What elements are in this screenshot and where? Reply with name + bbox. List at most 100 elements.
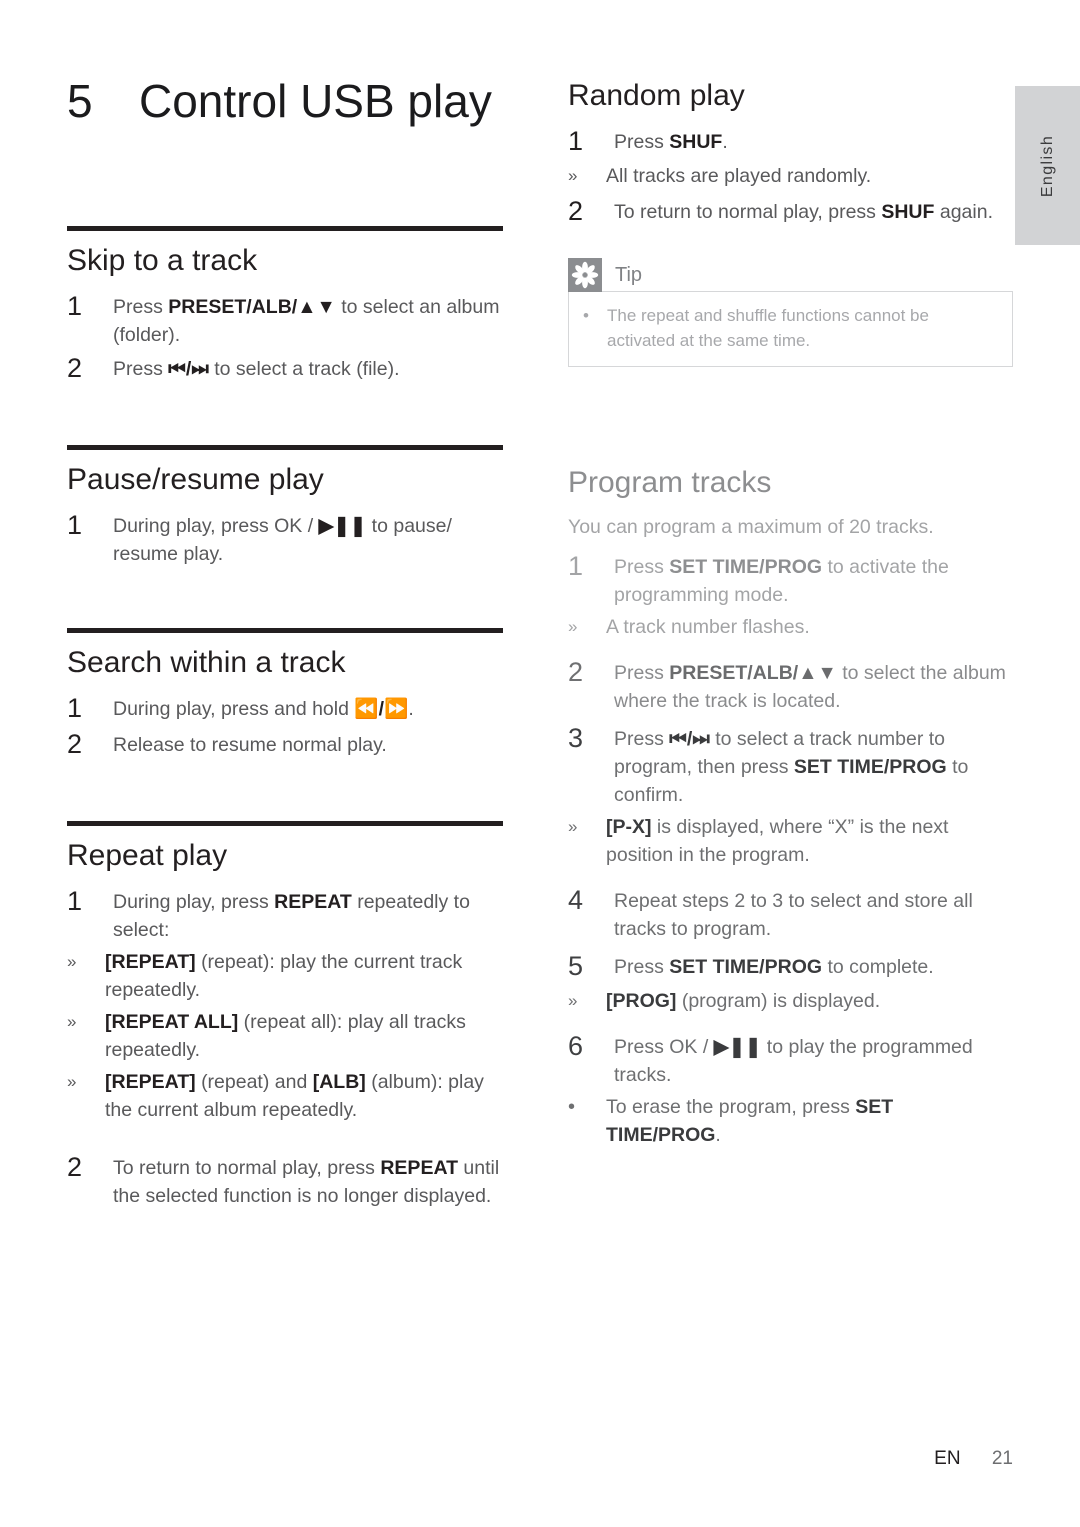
bold-token: SET: [855, 1096, 894, 1118]
sub-bullet-item: » [REPEAT] (repeat): play the current tr…: [67, 948, 503, 1004]
bold-token: SHUF: [669, 131, 723, 153]
step-item: 1 During play, press and hold ⏪/⏩.: [67, 691, 503, 725]
step-text: Press SET TIME/PROG to activate the prog…: [614, 556, 949, 606]
step-number: 2: [568, 657, 584, 687]
chapter-number: 5: [67, 75, 93, 127]
section-rule: [67, 226, 503, 231]
step-text: During play, press REPEAT repeatedly to …: [113, 891, 470, 941]
chapter-title-text: Control USB play: [139, 75, 492, 127]
sub-bullet-rest: (program) is displayed.: [681, 990, 881, 1012]
step-item: 4 Repeat steps 2 to 3 to select and stor…: [568, 883, 1013, 943]
step-number: 2: [67, 353, 83, 383]
sub-bullet-list: » [REPEAT] (repeat): play the current tr…: [67, 948, 503, 1124]
step-item: 2 Press ⏮/⏭ to select a track (file).: [67, 351, 503, 385]
footer-page-number: 21: [991, 1448, 1013, 1469]
dot-bullet-icon: •: [568, 1096, 576, 1118]
chevron-bullet-icon: »: [67, 952, 77, 971]
tip-body: • The repeat and shuffle functions canno…: [568, 291, 1013, 367]
sub-bullet-item: » [P-X] is displayed, where “X” is the n…: [568, 813, 1013, 869]
step-text: Press PRESET/ALB/▲▼ to select the album …: [614, 662, 1006, 712]
step-number: 6: [568, 1031, 584, 1061]
right-column: Random play 1 Press SHUF. » All tracks a…: [568, 76, 1013, 1149]
bold-token: SET TIME/PROG: [669, 956, 823, 978]
section-heading: Random play: [568, 79, 745, 112]
step-list: 1 Press SET TIME/PROG to activate the pr…: [568, 549, 1013, 641]
sub-bullet-text: [PROG] (program) is displayed.: [606, 987, 1013, 1015]
step-item: 3 Press ⏮/⏭ to select a track number to …: [568, 721, 1013, 809]
bold-token: SET TIME/PROG: [669, 556, 823, 578]
sub-bullet-item: • To erase the program, press SET TIME/P…: [568, 1093, 1013, 1149]
step-number: 1: [568, 551, 584, 581]
bold-token: [P-X]: [606, 816, 652, 838]
language-tab: English: [1015, 86, 1080, 245]
prev-next-track-icon: ⏮/⏭: [669, 728, 710, 750]
step-text: Press SHUF.: [614, 131, 728, 153]
step-number: 1: [67, 291, 83, 321]
step-item: 1 Press SET TIME/PROG to activate the pr…: [568, 549, 1013, 609]
step-text: Press ⏮/⏭ to select a track (file).: [113, 358, 400, 380]
step-item: 6 Press OK / ▶❚❚ to play the programmed …: [568, 1029, 1013, 1089]
step-list: 1 Press SHUF. » All tracks are played ra…: [568, 124, 1013, 228]
step-text: Press SET TIME/PROG to complete.: [614, 956, 934, 978]
footer-locale: EN: [934, 1448, 961, 1469]
step-list: 3 Press ⏮/⏭ to select a track number to …: [568, 721, 1013, 869]
step-list: 1 During play, press REPEAT repeatedly t…: [67, 884, 503, 1210]
manual-page: English 5 Control USB play Skip to a tra…: [0, 0, 1080, 1527]
step-list: 1 During play, press and hold ⏪/⏩. 2 Rel…: [67, 691, 503, 761]
bold-token: [ALB]: [312, 1071, 366, 1093]
sub-bullet-text: [REPEAT] (repeat) and [ALB] (album): pla…: [105, 1068, 503, 1124]
step-list: 1 Press PRESET/ALB/▲▼ to select an album…: [67, 289, 503, 385]
sub-bullet-item: » A track number flashes.: [568, 613, 1013, 641]
step-item: 2 Press PRESET/ALB/▲▼ to select the albu…: [568, 655, 1013, 715]
bold-token: REPEAT: [274, 891, 352, 913]
step-text: Press OK / ▶❚❚ to play the programmed tr…: [614, 1036, 973, 1086]
sub-bullet-list: • To erase the program, press SET TIME/P…: [568, 1093, 1013, 1149]
section-heading: Search within a track: [67, 646, 346, 679]
bold-token: PRESET/ALB/: [669, 662, 799, 684]
page-footer: EN 21: [0, 1448, 1013, 1470]
chevron-bullet-icon: »: [568, 817, 578, 836]
section-heading: Repeat play: [67, 839, 228, 872]
step-text: To return to normal play, press REPEAT u…: [113, 1157, 500, 1207]
step-item: 2 Release to resume normal play.: [67, 727, 503, 761]
section-pause-resume-play: Pause/resume play 1 During play, press O…: [67, 445, 503, 568]
section-random-play: Random play 1 Press SHUF. » All tracks a…: [568, 76, 1013, 228]
step-item: 2 To return to normal play, press SHUF a…: [568, 194, 1013, 228]
step-text: Press PRESET/ALB/▲▼ to select an album (…: [113, 296, 500, 346]
bold-token: SHUF: [881, 201, 935, 223]
step-text: Repeat steps 2 to 3 to select and store …: [614, 890, 973, 940]
bold-token: PRESET/ALB/: [168, 296, 298, 318]
tip-item: • The repeat and shuffle functions canno…: [583, 303, 998, 353]
step-number: 1: [67, 510, 83, 540]
bold-token: REPEAT: [380, 1157, 458, 1179]
tip-text: The repeat and shuffle functions cannot …: [607, 306, 929, 350]
step-list: 1 During play, press OK / ▶❚❚ to pause/ …: [67, 508, 503, 568]
step-text: Release to resume normal play.: [113, 734, 387, 756]
section-rule: [67, 821, 503, 826]
sub-bullet-text: To erase the program, press SET TIME/PRO…: [606, 1096, 894, 1146]
dot-bullet-icon: •: [583, 306, 589, 325]
section-intro: You can program a maximum of 20 tracks.: [568, 516, 934, 538]
step-text: During play, press and hold ⏪/⏩.: [113, 698, 414, 720]
step-text: Press ⏮/⏭ to select a track number to pr…: [614, 728, 969, 806]
step-item: 1 During play, press REPEAT repeatedly t…: [67, 884, 503, 944]
section-heading: Skip to a track: [67, 244, 258, 277]
arrow-updown-icon: ▲▼: [297, 296, 336, 318]
bold-token: SET TIME/PROG: [793, 756, 947, 778]
step-item: 1 Press SHUF.: [568, 124, 1013, 158]
asterisk-flower-icon: [568, 258, 602, 292]
play-pause-icon: ▶❚❚: [318, 515, 367, 537]
arrow-updown-icon: ▲▼: [798, 662, 837, 684]
rewind-forward-icon: ⏪/⏩: [354, 698, 409, 720]
bold-token: [REPEAT]: [105, 1071, 196, 1093]
section-heading: Program tracks: [568, 466, 772, 499]
bold-token: [REPEAT ALL]: [105, 1011, 239, 1033]
sub-bullet-list: » All tracks are played randomly.: [568, 162, 1013, 190]
sub-bullet-item: » [REPEAT ALL] (repeat all): play all tr…: [67, 1008, 503, 1064]
